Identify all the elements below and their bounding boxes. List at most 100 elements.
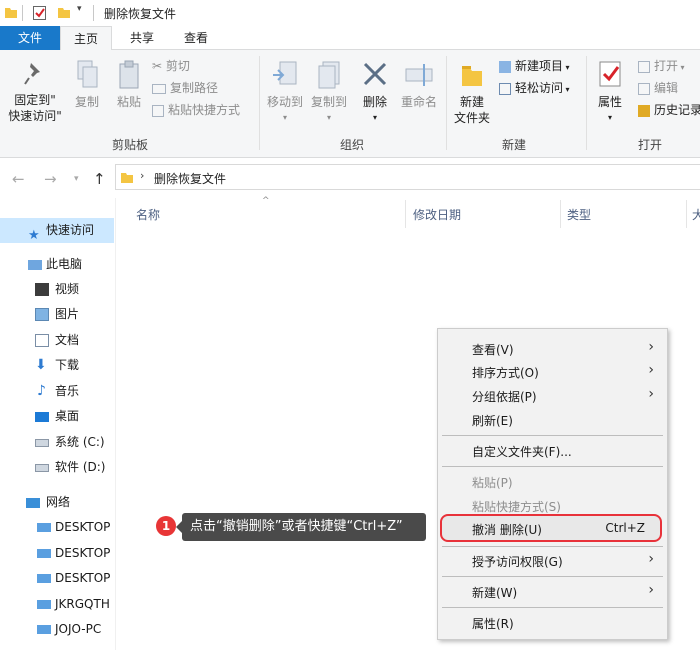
new-folder-label-line1: 新建 (459, 95, 484, 109)
new-folder-label-line2: 文件夹 (453, 111, 490, 125)
star-icon: ★ (28, 228, 40, 243)
column-divider[interactable] (560, 200, 561, 228)
folder-icon (462, 66, 482, 86)
drive-icon (35, 464, 49, 472)
breadcrumb-chevron-icon[interactable]: › (140, 169, 144, 182)
drive-windows-icon (35, 439, 49, 447)
recent-locations-chevron-icon[interactable]: ▾ (74, 174, 79, 184)
clipboard-icon (119, 60, 139, 89)
forward-arrow-icon[interactable]: → (44, 170, 57, 188)
dropdown-arrow-icon: ▾ (563, 85, 570, 94)
properties-button[interactable]: 属性 ▾ (590, 60, 630, 126)
document-icon (35, 334, 49, 347)
menu-separator (442, 607, 663, 608)
computer-icon (28, 260, 42, 270)
group-divider (586, 56, 587, 150)
undo-shortcut: Ctrl+Z (605, 521, 645, 535)
tab-home[interactable]: 主页 (60, 26, 112, 51)
column-header-name[interactable]: 名称 (136, 206, 160, 223)
cut-label: 剪切 (165, 59, 190, 73)
menu-item-paste-shortcut[interactable]: 粘贴快捷方式(S) (472, 498, 561, 515)
menu-item-sort[interactable]: 排序方式(O) (472, 364, 539, 381)
pin-quick-access-button[interactable]: 固定到" 快速访问" (2, 60, 68, 124)
menu-item-grant-access[interactable]: 授予访问权限(G) (472, 553, 563, 570)
column-header-modified[interactable]: 修改日期 (413, 206, 461, 223)
sidebar-item-label: DESKTOP (55, 571, 111, 585)
dropdown-arrow-icon: ▾ (607, 113, 612, 122)
menu-separator (442, 546, 663, 547)
paste-shortcut-button[interactable]: 粘贴快捷方式 (152, 100, 240, 120)
cut-button[interactable]: ✂ 剪切 (152, 56, 190, 76)
column-header-size[interactable]: 大 (692, 206, 700, 223)
properties-check-icon[interactable] (32, 5, 48, 21)
menu-item-undo-delete[interactable]: 撤消 删除(U) (472, 521, 542, 538)
open-button[interactable]: 打开 ▾ (638, 56, 685, 76)
instruction-callout: 点击“撤销删除”或者快捷键“Ctrl+Z” (176, 513, 426, 541)
move-to-button[interactable]: 移动到 ▾ (263, 60, 307, 126)
computer-icon (37, 523, 51, 532)
copy-path-icon (152, 83, 166, 94)
pane-divider (115, 198, 116, 650)
new-group-label: 新建 (501, 138, 526, 152)
copy-label: 复制 (74, 95, 99, 109)
dropdown-arrow-icon: ▾ (372, 113, 377, 122)
column-divider[interactable] (686, 200, 687, 228)
sidebar-item-label: 快速访问 (46, 223, 95, 237)
menu-item-view[interactable]: 查看(V) (472, 341, 514, 358)
column-divider[interactable] (405, 200, 406, 228)
customize-toolbar-icon[interactable]: ▾ (77, 4, 82, 14)
move-to-icon (273, 61, 297, 85)
sidebar-item-label: 桌面 (55, 409, 80, 423)
address-bar[interactable]: › 删除恢复文件 (115, 164, 700, 190)
back-arrow-icon[interactable]: ← (12, 170, 25, 188)
sidebar-item-label: JOJO-PC (55, 622, 102, 636)
menu-item-group-by[interactable]: 分组依据(P) (472, 388, 537, 405)
submenu-chevron-icon: › (648, 582, 654, 598)
paste-button[interactable]: 粘贴 (112, 60, 146, 110)
delete-x-icon (363, 62, 387, 86)
scissors-icon: ✂ (152, 59, 166, 73)
up-arrow-icon[interactable]: ↑ (93, 170, 106, 188)
edit-icon (638, 82, 650, 95)
step-number-badge: 1 (156, 516, 176, 536)
delete-button[interactable]: 删除 ▾ (357, 60, 393, 126)
copy-icon (77, 60, 98, 88)
menu-item-properties[interactable]: 属性(R) (472, 615, 514, 632)
desktop-icon (35, 412, 49, 422)
organize-group-label: 组织 (339, 138, 364, 152)
properties-check-icon (599, 61, 621, 87)
download-arrow-icon: ⬇ (35, 357, 47, 373)
copy-path-button[interactable]: 复制路径 (152, 78, 218, 98)
ribbon-tabs: 文件 主页 共享 查看 (0, 26, 700, 51)
new-item-button[interactable]: 新建项目 ▾ (499, 56, 570, 76)
rename-button[interactable]: 重命名 (396, 60, 442, 110)
menu-item-new[interactable]: 新建(W) (472, 584, 517, 601)
open-group-label: 打开 (637, 138, 662, 152)
menu-item-customize-folder[interactable]: 自定义文件夹(F)... (472, 443, 572, 460)
tab-file[interactable]: 文件 (0, 26, 60, 50)
edit-button[interactable]: 编辑 (638, 78, 678, 98)
menu-item-paste[interactable]: 粘贴(P) (472, 474, 513, 491)
tab-view[interactable]: 查看 (170, 26, 222, 50)
group-divider (259, 56, 260, 150)
copy-to-icon (318, 61, 340, 89)
sidebar-item-label: DESKTOP (55, 520, 111, 534)
context-menu: 查看(V) › 排序方式(O) › 分组依据(P) › 刷新(E) 自定义文件夹… (437, 328, 668, 640)
new-folder-button[interactable]: 新建 文件夹 (448, 60, 496, 126)
column-header-type[interactable]: 类型 (567, 206, 591, 223)
menu-item-refresh[interactable]: 刷新(E) (472, 412, 513, 429)
copy-to-button[interactable]: 复制到 ▾ (307, 60, 351, 126)
tab-share[interactable]: 共享 (116, 26, 168, 50)
open-icon (638, 60, 650, 73)
sidebar-item-label: 网络 (46, 495, 71, 509)
rename-label: 重命名 (400, 95, 437, 109)
new-folder-icon[interactable] (57, 5, 71, 19)
history-button[interactable]: 历史记录 (638, 100, 700, 120)
music-note-icon: ♪ (37, 383, 46, 399)
easy-access-button[interactable]: 轻松访问 ▾ (499, 78, 570, 98)
edit-label: 编辑 (654, 81, 679, 95)
copy-button[interactable]: 复制 (70, 60, 104, 110)
sidebar-item-label: 此电脑 (46, 257, 83, 271)
sidebar-item-quick-access[interactable]: ★ 快速访问 (0, 218, 114, 243)
pin-label-line2: 快速访问" (8, 109, 62, 123)
